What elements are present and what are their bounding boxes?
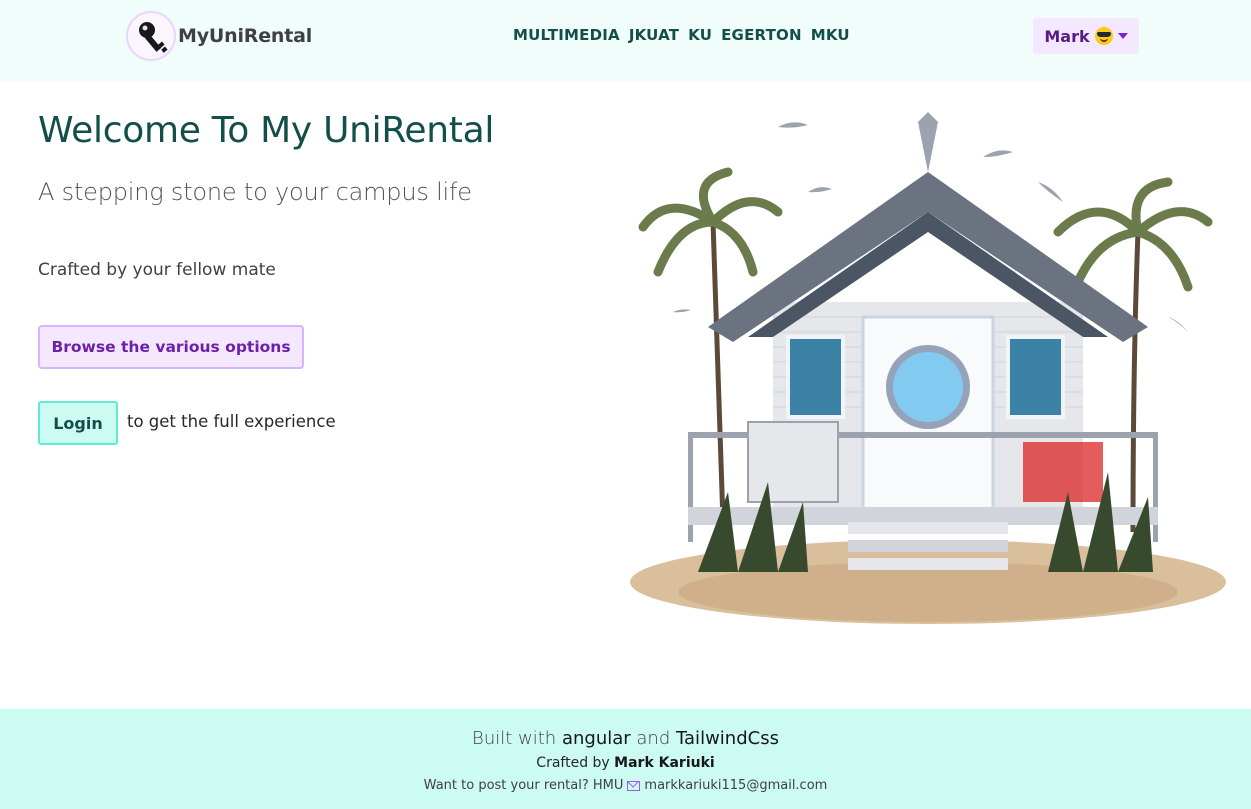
login-hint-text: to get the full experience — [127, 412, 336, 431]
built-with-line: Built with angular and TailwindCss — [0, 728, 1251, 749]
crafted-by-line: Crafted by Mark Kariuki — [0, 755, 1251, 771]
beach-house-illustration — [628, 112, 1228, 637]
nav-link-egerton[interactable]: EGERTON — [721, 26, 802, 44]
built-and: and — [636, 728, 671, 749]
page-subtitle: A stepping stone to your campus life — [38, 178, 472, 206]
user-name: Mark — [1044, 26, 1090, 46]
key-icon — [126, 11, 176, 61]
login-button[interactable]: Login — [38, 401, 118, 445]
nav-link-ku[interactable]: KU — [688, 26, 712, 44]
tech-tailwind: TailwindCss — [676, 728, 779, 749]
built-prefix: Built with — [472, 728, 557, 749]
campus-nav: MULTIMEDIA JKUAT KU EGERTON MKU — [513, 26, 850, 44]
nav-link-jkuat[interactable]: JKUAT — [629, 26, 679, 44]
browse-options-button[interactable]: Browse the various options — [38, 325, 304, 369]
brand-name: MyUniRental — [178, 25, 313, 47]
post-rental-text: Want to post your rental? HMU — [423, 778, 624, 793]
sunglasses-face-icon — [1094, 27, 1113, 45]
brand-home-link[interactable]: MyUniRental — [126, 11, 312, 61]
footer: Built with angular and TailwindCss Craft… — [0, 709, 1251, 809]
nav-link-mku[interactable]: MKU — [811, 26, 850, 44]
mail-icon — [627, 780, 641, 791]
author-name: Mark Kariuki — [614, 755, 715, 771]
nav-link-multimedia[interactable]: MULTIMEDIA — [513, 26, 620, 44]
page-title: Welcome To My UniRental — [38, 110, 495, 151]
caret-down-icon — [1117, 33, 1128, 39]
top-navbar: MyUniRental MULTIMEDIA JKUAT KU EGERTON … — [0, 0, 1251, 81]
user-menu-button[interactable]: Mark — [1033, 18, 1139, 54]
tech-angular: angular — [561, 728, 631, 749]
contact-line: Want to post your rental? HMU markkariuk… — [0, 778, 1251, 793]
crafted-tagline: Crafted by your fellow mate — [38, 260, 276, 280]
contact-email-link[interactable]: markkariuki115@gmail.com — [644, 778, 827, 793]
crafted-prefix: Crafted by — [536, 755, 610, 771]
